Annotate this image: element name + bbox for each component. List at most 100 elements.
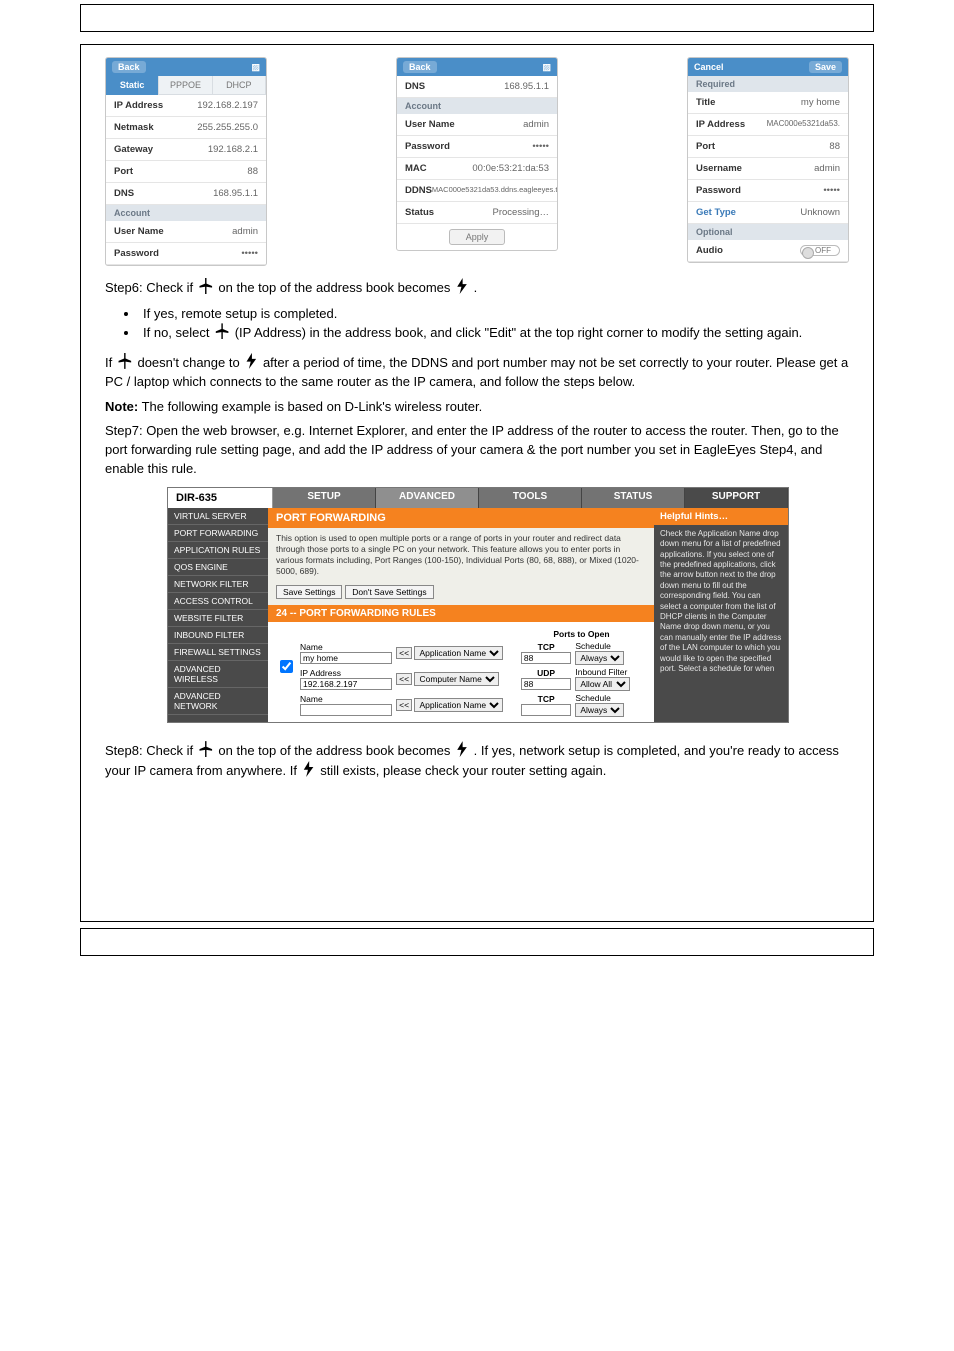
router-screenshot: DIR-635 SETUP ADVANCED TOOLS STATUS SUPP… [167, 487, 787, 723]
hints-heading: Helpful Hints… [654, 508, 788, 525]
name-input[interactable] [300, 652, 392, 664]
side-network-filter[interactable]: NETWORK FILTER [168, 576, 268, 593]
note-label: Note: [105, 399, 138, 414]
audio-label: Audio [696, 245, 723, 256]
tab-dhcp[interactable]: DHCP [213, 76, 266, 95]
back-button[interactable]: Back [403, 61, 437, 73]
side-application-rules[interactable]: APPLICATION RULES [168, 542, 268, 559]
schedule-label-2: Schedule [575, 693, 642, 703]
inbound-filter-select[interactable]: Allow All [575, 677, 630, 691]
tab-support[interactable]: SUPPORT [685, 488, 788, 508]
port-value: 88 [829, 141, 840, 152]
pin-icon [197, 743, 215, 758]
side-advanced-wireless[interactable]: ADVANCED WIRELESS [168, 661, 268, 688]
save-settings-button[interactable]: Save Settings [276, 585, 342, 599]
schedule-select[interactable]: Always [575, 651, 624, 665]
dns-label: DNS [114, 188, 134, 199]
username-value: admin [523, 119, 549, 130]
tcp-input-2[interactable] [521, 704, 571, 716]
content-frame: Back ▨ Static PPPOE DHCP IP Address192.1… [80, 44, 874, 922]
tcp-input[interactable] [521, 652, 571, 664]
password-value: ••••• [532, 141, 549, 152]
side-qos-engine[interactable]: QOS ENGINE [168, 559, 268, 576]
side-advanced-network[interactable]: ADVANCED NETWORK [168, 688, 268, 715]
required-section: Required [688, 76, 848, 92]
name-label-2: Name [300, 694, 392, 704]
application-name-select-2[interactable]: Application Name [414, 698, 503, 712]
lt-button[interactable]: << [396, 647, 412, 659]
apply-button[interactable]: Apply [449, 229, 506, 245]
ip-input[interactable] [300, 678, 392, 690]
warning-paragraph: If doesn't change to after a period of t… [105, 353, 849, 392]
page-footer [80, 928, 874, 956]
note-line: Note: The following example is based on … [105, 398, 849, 417]
side-firewall-settings[interactable]: FIREWALL SETTINGS [168, 644, 268, 661]
account-section: Account [397, 98, 557, 114]
tab-tools[interactable]: TOOLS [479, 488, 582, 508]
side-virtual-server[interactable]: VIRTUAL SERVER [168, 508, 268, 525]
port-forwarding-table: Ports to Open Name [274, 628, 648, 718]
edit-icon[interactable]: ▨ [542, 62, 551, 73]
username-label: User Name [114, 226, 164, 237]
back-button[interactable]: Back [112, 61, 146, 73]
status-label: Status [405, 207, 434, 218]
username-label: Username [696, 163, 742, 174]
dont-save-settings-button[interactable]: Don't Save Settings [345, 585, 433, 599]
router-sidebar: VIRTUAL SERVER PORT FORWARDING APPLICATI… [168, 508, 268, 722]
hints-panel: Helpful Hints… Check the Application Nam… [654, 508, 788, 722]
side-inbound-filter[interactable]: INBOUND FILTER [168, 627, 268, 644]
optional-section: Optional [688, 224, 848, 240]
save-button[interactable]: Save [809, 61, 842, 73]
application-name-select[interactable]: Application Name [414, 646, 503, 660]
dns-value: 168.95.1.1 [504, 81, 549, 92]
gettype-value: Unknown [800, 207, 840, 218]
side-port-forwarding[interactable]: PORT FORWARDING [168, 525, 268, 542]
bullet-no: If no, select (IP Address) in the addres… [139, 323, 849, 343]
step7-text: Step7: Open the web browser, e.g. Intern… [105, 422, 849, 479]
name-label: Name [300, 642, 392, 652]
name-input-2[interactable] [300, 704, 392, 716]
side-access-control[interactable]: ACCESS CONTROL [168, 593, 268, 610]
port-label: Port [696, 141, 715, 152]
tab-setup[interactable]: SETUP [273, 488, 376, 508]
router-model: DIR-635 [168, 488, 273, 508]
tab-status[interactable]: STATUS [582, 488, 685, 508]
step6-bullets: If yes, remote setup is completed. If no… [139, 304, 849, 343]
ip-value: MAC000e5321da53. [767, 119, 840, 130]
network-tabs: Static PPPOE DHCP [106, 76, 266, 95]
computer-name-select[interactable]: Computer Name [414, 672, 499, 686]
port-label: Port [114, 166, 133, 177]
ports-to-open-header: Ports to Open [519, 628, 644, 640]
port-value: 88 [247, 166, 258, 177]
lt-button[interactable]: << [396, 673, 412, 685]
tab-static[interactable]: Static [106, 76, 159, 95]
audio-toggle[interactable]: OFF [800, 245, 840, 256]
username-value: admin [232, 226, 258, 237]
password-value: ••••• [823, 185, 840, 196]
title-label: Title [696, 97, 715, 108]
side-website-filter[interactable]: WEBSITE FILTER [168, 610, 268, 627]
main-description: This option is used to open multiple por… [268, 528, 654, 582]
dns-value: 168.95.1.1 [213, 188, 258, 199]
ip-label: IP Address [300, 668, 392, 678]
udp-input[interactable] [521, 678, 571, 690]
schedule-select-2[interactable]: Always [575, 703, 624, 717]
tab-pppoe[interactable]: PPPOE [159, 76, 212, 95]
rule-enable-checkbox[interactable] [280, 660, 293, 673]
mac-label: MAC [405, 163, 427, 174]
cancel-button[interactable]: Cancel [694, 62, 724, 72]
gettype-label[interactable]: Get Type [696, 207, 736, 218]
password-label: Password [405, 141, 450, 152]
lt-button[interactable]: << [396, 699, 412, 711]
hints-text: Check the Application Name drop down men… [654, 525, 788, 678]
password-label: Password [114, 248, 159, 259]
account-section: Account [106, 205, 266, 221]
lightning-icon [301, 763, 317, 778]
username-value: admin [814, 163, 840, 174]
lightning-icon [454, 280, 470, 295]
schedule-label: Schedule [575, 641, 642, 651]
tab-advanced[interactable]: ADVANCED [376, 488, 479, 508]
main-heading: PORT FORWARDING [268, 508, 654, 528]
pin-icon [213, 325, 231, 340]
edit-icon[interactable]: ▨ [251, 62, 260, 73]
